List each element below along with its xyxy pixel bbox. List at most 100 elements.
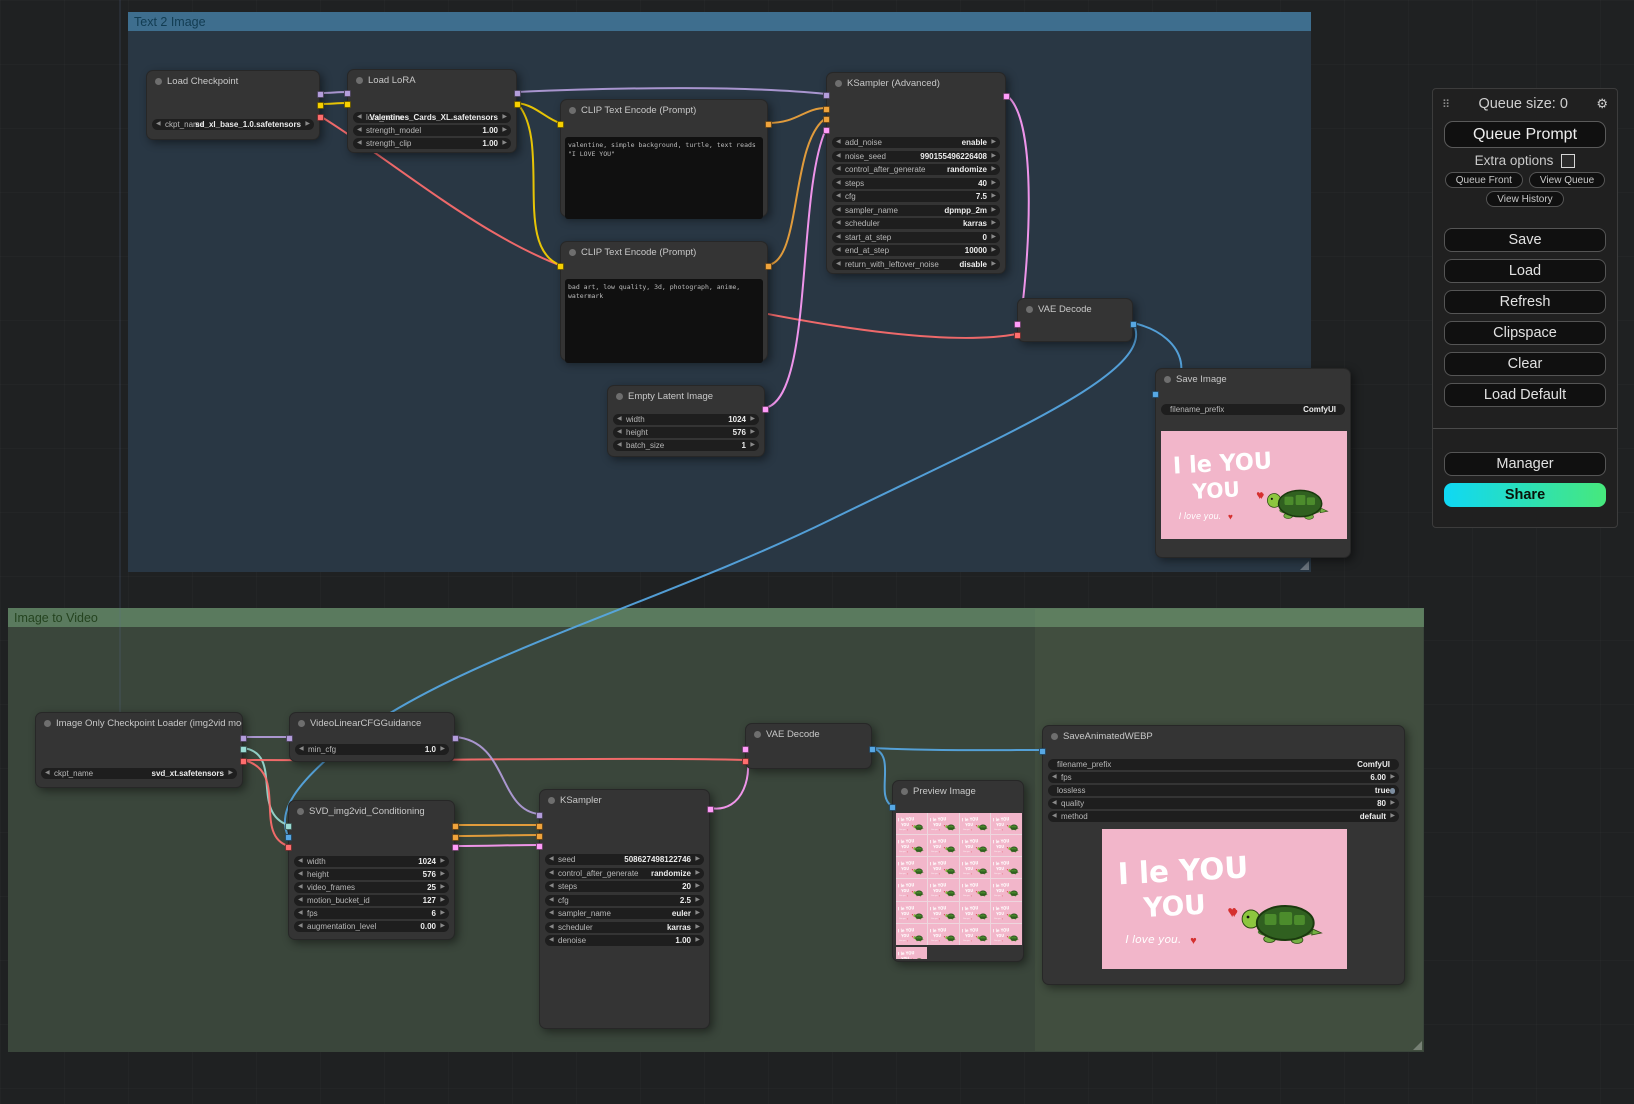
widget-lossless[interactable]: losslesstrue bbox=[1048, 785, 1399, 796]
decrement-arrow-icon[interactable]: ◀ bbox=[836, 246, 841, 255]
collapse-dot-icon[interactable] bbox=[44, 720, 51, 727]
node-vae-decode-t2i[interactable]: VAE Decode bbox=[1017, 298, 1133, 342]
widget-height[interactable]: ◀▶height576 bbox=[613, 427, 759, 438]
collapse-dot-icon[interactable] bbox=[297, 808, 304, 815]
node-clip-text-encode-negative[interactable]: CLIP Text Encode (Prompt)bad art, low qu… bbox=[560, 241, 768, 361]
input-port[interactable] bbox=[536, 843, 543, 850]
output-port[interactable] bbox=[762, 406, 769, 413]
input-port[interactable] bbox=[285, 844, 292, 851]
decrement-arrow-icon[interactable]: ◀ bbox=[549, 869, 554, 878]
input-port[interactable] bbox=[742, 746, 749, 753]
decrement-arrow-icon[interactable]: ◀ bbox=[299, 745, 304, 754]
widget-scheduler[interactable]: ◀▶schedulerkarras bbox=[832, 218, 1000, 229]
decrement-arrow-icon[interactable]: ◀ bbox=[836, 192, 841, 201]
increment-arrow-icon[interactable]: ▶ bbox=[695, 855, 700, 864]
decrement-arrow-icon[interactable]: ◀ bbox=[836, 260, 841, 269]
widget-control_after_generate[interactable]: ◀▶control_after_generaterandomize bbox=[545, 868, 704, 879]
collapse-dot-icon[interactable] bbox=[298, 720, 305, 727]
output-port[interactable] bbox=[452, 735, 459, 742]
collapse-dot-icon[interactable] bbox=[616, 393, 623, 400]
increment-arrow-icon[interactable]: ▶ bbox=[991, 206, 996, 215]
widget-batch_size[interactable]: ◀▶batch_size1 bbox=[613, 440, 759, 451]
increment-arrow-icon[interactable]: ▶ bbox=[440, 857, 445, 866]
node-clip-text-encode-positive[interactable]: CLIP Text Encode (Prompt)valentine, simp… bbox=[560, 99, 768, 217]
decrement-arrow-icon[interactable]: ◀ bbox=[1052, 773, 1057, 782]
collapse-dot-icon[interactable] bbox=[1164, 376, 1171, 383]
output-port[interactable] bbox=[240, 758, 247, 765]
decrement-arrow-icon[interactable]: ◀ bbox=[298, 909, 303, 918]
output-port[interactable] bbox=[514, 90, 521, 97]
decrement-arrow-icon[interactable]: ◀ bbox=[357, 139, 362, 148]
widget-min_cfg[interactable]: ◀▶min_cfg1.0 bbox=[295, 744, 449, 755]
widget-denoise[interactable]: ◀▶denoise1.00 bbox=[545, 935, 704, 946]
increment-arrow-icon[interactable]: ▶ bbox=[440, 922, 445, 931]
prompt-textarea[interactable]: valentine, simple background, turtle, te… bbox=[565, 137, 763, 219]
widget-seed[interactable]: ◀▶seed508627498122746 bbox=[545, 854, 704, 865]
increment-arrow-icon[interactable]: ▶ bbox=[750, 428, 755, 437]
clipspace-button[interactable]: Clipspace bbox=[1444, 321, 1606, 345]
collapse-dot-icon[interactable] bbox=[1051, 733, 1058, 740]
node-title-bar[interactable]: Preview Image bbox=[893, 781, 1023, 801]
decrement-arrow-icon[interactable]: ◀ bbox=[298, 922, 303, 931]
manager-button[interactable]: Manager bbox=[1444, 452, 1606, 476]
widget-fps[interactable]: ◀▶fps6.00 bbox=[1048, 772, 1399, 783]
menu-drag-handle-icon[interactable]: ⠿ bbox=[1442, 98, 1450, 111]
view-queue-button[interactable]: View Queue bbox=[1529, 172, 1605, 188]
decrement-arrow-icon[interactable]: ◀ bbox=[836, 165, 841, 174]
increment-arrow-icon[interactable]: ▶ bbox=[1390, 773, 1395, 782]
output-port[interactable] bbox=[317, 102, 324, 109]
increment-arrow-icon[interactable]: ▶ bbox=[502, 139, 507, 148]
node-title-bar[interactable]: VideoLinearCFGGuidance bbox=[290, 713, 454, 733]
increment-arrow-icon[interactable]: ▶ bbox=[750, 415, 755, 424]
decrement-arrow-icon[interactable]: ◀ bbox=[836, 219, 841, 228]
increment-arrow-icon[interactable]: ▶ bbox=[991, 260, 996, 269]
output-port[interactable] bbox=[765, 121, 772, 128]
output-port[interactable] bbox=[765, 263, 772, 270]
decrement-arrow-icon[interactable]: ◀ bbox=[549, 923, 554, 932]
collapse-dot-icon[interactable] bbox=[155, 78, 162, 85]
node-svd-img2vid-conditioning[interactable]: SVD_img2vid_Conditioning◀▶width1024◀▶hei… bbox=[288, 800, 455, 940]
widget-strength_model[interactable]: ◀▶strength_model1.00 bbox=[353, 125, 511, 136]
output-port[interactable] bbox=[452, 823, 459, 830]
node-title-bar[interactable]: VAE Decode bbox=[1018, 299, 1132, 319]
decrement-arrow-icon[interactable]: ◀ bbox=[298, 883, 303, 892]
input-port[interactable] bbox=[823, 116, 830, 123]
decrement-arrow-icon[interactable]: ◀ bbox=[549, 855, 554, 864]
increment-arrow-icon[interactable]: ▶ bbox=[695, 896, 700, 905]
collapse-dot-icon[interactable] bbox=[356, 77, 363, 84]
settings-gear-icon[interactable]: ⚙ bbox=[1596, 96, 1608, 112]
widget-augmentation_level[interactable]: ◀▶augmentation_level0.00 bbox=[294, 921, 449, 932]
increment-arrow-icon[interactable]: ▶ bbox=[502, 113, 507, 122]
input-port[interactable] bbox=[1014, 321, 1021, 328]
view-history-button[interactable]: View History bbox=[1486, 191, 1563, 207]
decrement-arrow-icon[interactable]: ◀ bbox=[617, 428, 622, 437]
node-title-bar[interactable]: KSampler (Advanced) bbox=[827, 73, 1005, 93]
decrement-arrow-icon[interactable]: ◀ bbox=[836, 233, 841, 242]
node-title-bar[interactable]: VAE Decode bbox=[746, 724, 871, 744]
collapse-dot-icon[interactable] bbox=[569, 249, 576, 256]
input-port[interactable] bbox=[536, 812, 543, 819]
node-graph-canvas[interactable]: ⠿ Queue size: 0 ⚙ Queue Prompt Extra opt… bbox=[0, 0, 1634, 1104]
input-port[interactable] bbox=[344, 90, 351, 97]
increment-arrow-icon[interactable]: ▶ bbox=[991, 179, 996, 188]
increment-arrow-icon[interactable]: ▶ bbox=[695, 923, 700, 932]
widget-noise_seed[interactable]: ◀▶noise_seed990155496226408 bbox=[832, 151, 1000, 162]
decrement-arrow-icon[interactable]: ◀ bbox=[298, 896, 303, 905]
increment-arrow-icon[interactable]: ▶ bbox=[502, 126, 507, 135]
output-port[interactable] bbox=[1003, 93, 1010, 100]
increment-arrow-icon[interactable]: ▶ bbox=[440, 883, 445, 892]
increment-arrow-icon[interactable]: ▶ bbox=[695, 936, 700, 945]
increment-arrow-icon[interactable]: ▶ bbox=[991, 219, 996, 228]
increment-arrow-icon[interactable]: ▶ bbox=[305, 120, 310, 129]
node-preview-image[interactable]: Preview Image bbox=[892, 780, 1024, 962]
increment-arrow-icon[interactable]: ▶ bbox=[440, 870, 445, 879]
increment-arrow-icon[interactable]: ▶ bbox=[991, 192, 996, 201]
increment-arrow-icon[interactable]: ▶ bbox=[440, 909, 445, 918]
output-port[interactable] bbox=[452, 834, 459, 841]
node-title-bar[interactable]: SaveAnimatedWEBP bbox=[1043, 726, 1404, 746]
input-port[interactable] bbox=[1014, 332, 1021, 339]
input-port[interactable] bbox=[742, 758, 749, 765]
widget-width[interactable]: ◀▶width1024 bbox=[613, 414, 759, 425]
decrement-arrow-icon[interactable]: ◀ bbox=[298, 870, 303, 879]
input-port[interactable] bbox=[823, 92, 830, 99]
